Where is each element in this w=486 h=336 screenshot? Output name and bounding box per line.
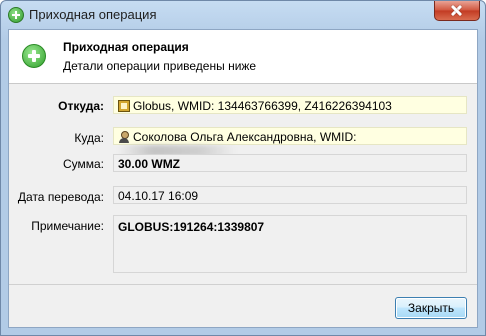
to-field[interactable]: Соколова Ольга Александровна, WMID: [113, 127, 467, 157]
person-icon [118, 131, 130, 143]
date-value: 04.10.17 16:09 [118, 189, 199, 203]
add-icon [8, 7, 24, 23]
header-title: Приходная операция [63, 40, 189, 54]
add-icon [22, 44, 46, 68]
close-button[interactable]: Закрыть [395, 297, 467, 319]
from-value: Globus, WMID: 134463766399, Z41622639410… [133, 99, 392, 113]
note-label: Примечание: [31, 219, 104, 233]
to-value: Соколова Ольга Александровна, WMID: [133, 130, 357, 144]
to-label: Куда: [74, 131, 104, 145]
window-title: Приходная операция [29, 7, 157, 22]
date-field[interactable]: 04.10.17 16:09 [113, 186, 467, 204]
amount-label: Сумма: [62, 157, 104, 171]
footer-divider [9, 284, 477, 285]
from-label: Откуда: [58, 99, 104, 113]
id-card-icon [118, 100, 130, 112]
from-field[interactable]: Globus, WMID: 134463766399, Z41622639410… [113, 96, 467, 114]
window-close-button[interactable] [434, 1, 480, 21]
amount-field[interactable]: 30.00 WMZ [113, 154, 467, 172]
note-value: GLOBUS:191264:1339807 [118, 220, 265, 234]
dialog-body: Приходная операция Детали операции приве… [8, 29, 478, 328]
date-label: Дата перевода: [17, 190, 104, 204]
dialog-window: Приходная операция Приходная операция Де… [0, 0, 486, 336]
note-field[interactable]: GLOBUS:191264:1339807 [113, 215, 467, 273]
dialog-header: Приходная операция Детали операции приве… [9, 30, 477, 84]
amount-value: 30.00 WMZ [118, 157, 181, 171]
header-subtitle: Детали операции приведены ниже [63, 59, 257, 73]
title-bar[interactable]: Приходная операция [1, 1, 485, 29]
